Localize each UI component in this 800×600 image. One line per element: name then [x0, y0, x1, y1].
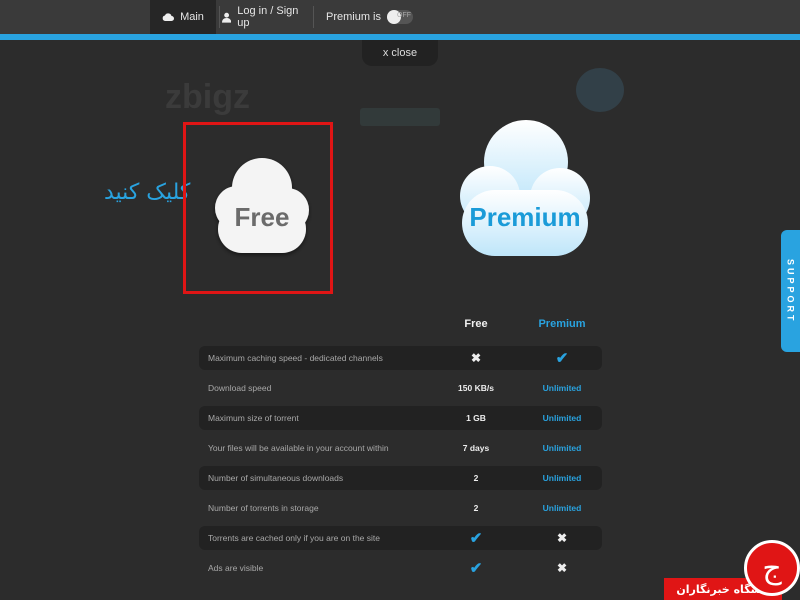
row-label: Maximum size of torrent — [208, 413, 299, 423]
nav-divider — [219, 6, 220, 28]
table-row: Torrents are cached only if you are on t… — [199, 526, 602, 550]
row-free-value: 150 KB/s — [458, 383, 494, 393]
premium-plan-button[interactable]: Premium — [458, 118, 592, 260]
row-label: Torrents are cached only if you are on t… — [208, 533, 380, 543]
table-header-free: Free — [464, 318, 488, 330]
close-button[interactable]: x close — [362, 40, 438, 66]
row-free-value: 7 days — [462, 443, 490, 453]
table-row: Ads are visible ✔ ✖ — [199, 556, 602, 580]
nav-premium-label: Premium is — [326, 11, 382, 23]
highlight-box — [183, 122, 333, 294]
click-hint-text: کلیک کنید — [104, 180, 191, 205]
support-tab[interactable]: SUPPORT — [781, 230, 800, 352]
top-nav: Main Log in / Sign up Premium is OFF — [0, 0, 800, 34]
table-header-premium: Premium — [538, 318, 586, 330]
table-row: Your files will be available in your acc… — [199, 436, 602, 460]
premium-plan-label: Premium — [469, 202, 581, 232]
table-row: Maximum caching speed - dedicated channe… — [199, 346, 602, 370]
nav-login-label: Log in / Sign up — [237, 5, 299, 29]
row-label: Ads are visible — [208, 563, 264, 573]
table-row: Download speed 150 KB/s Unlimited — [199, 376, 602, 400]
user-icon — [222, 12, 232, 23]
background-pill — [360, 108, 440, 126]
watermark-logo-icon: ج — [744, 540, 800, 596]
cross-icon: ✖ — [556, 561, 568, 575]
row-label: Your files will be available in your acc… — [208, 443, 389, 453]
premium-toggle[interactable]: OFF — [387, 10, 414, 24]
row-premium-value: Unlimited — [542, 413, 582, 423]
table-row: Number of simultaneous downloads 2 Unlim… — [199, 466, 602, 490]
row-label: Download speed — [208, 383, 272, 393]
nav-main[interactable]: Main — [150, 0, 216, 34]
cloud-icon — [162, 12, 175, 21]
check-icon: ✔ — [555, 350, 569, 367]
nav-divider — [313, 6, 314, 28]
nav-premium: Premium is OFF — [318, 0, 414, 34]
premium-cloud-icon — [460, 120, 590, 256]
row-label: Number of torrents in storage — [208, 503, 319, 513]
row-premium-value: Unlimited — [542, 473, 582, 483]
cross-icon: ✖ — [470, 351, 482, 365]
row-free-value: 2 — [473, 503, 479, 513]
toggle-text: OFF — [397, 12, 412, 19]
table-row: Number of torrents in storage 2 Unlimite… — [199, 496, 602, 520]
check-icon: ✔ — [469, 560, 483, 577]
row-premium-value: Unlimited — [542, 383, 582, 393]
row-free-value: 2 — [473, 473, 479, 483]
row-label: Number of simultaneous downloads — [208, 473, 344, 483]
nav-login[interactable]: Log in / Sign up — [222, 0, 308, 34]
background-logo: zbigz — [165, 78, 250, 116]
row-premium-value: Unlimited — [542, 443, 582, 453]
check-icon: ✔ — [469, 530, 483, 547]
nav-main-label: Main — [180, 11, 204, 23]
table-row: Maximum size of torrent 1 GB Unlimited — [199, 406, 602, 430]
row-label: Maximum caching speed - dedicated channe… — [208, 353, 383, 363]
row-free-value: 1 GB — [466, 413, 486, 423]
cross-icon: ✖ — [556, 531, 568, 545]
background-cloud-icon — [576, 68, 624, 112]
row-premium-value: Unlimited — [542, 503, 582, 513]
